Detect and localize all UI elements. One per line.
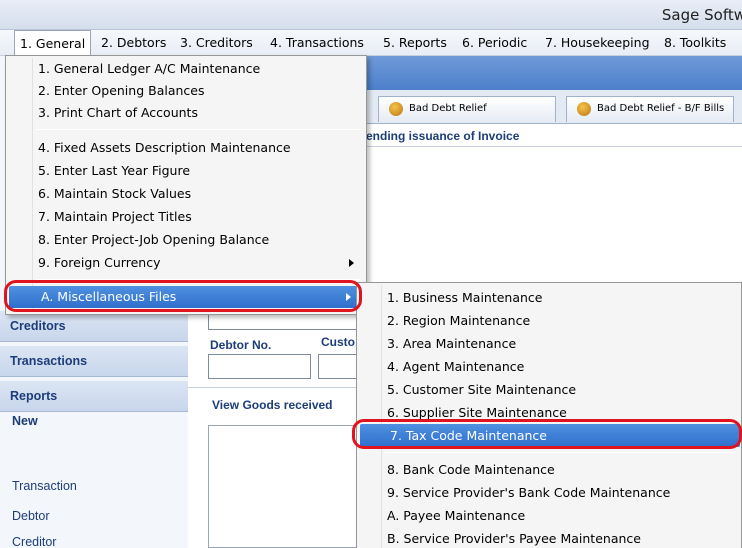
submenu-item-sp-bank-code[interactable]: 9. Service Provider's Bank Code Maintena…	[357, 481, 741, 504]
tab-label: Bad Debt Relief - B/F Bills	[597, 103, 725, 114]
submenu-item-payee[interactable]: A. Payee Maintenance	[357, 504, 741, 527]
general-menu-dropdown: 1. General Ledger A/C Maintenance 2. Ent…	[5, 55, 367, 315]
menu-bar: 1. General 2. Debtors 3. Creditors 4. Tr…	[0, 30, 742, 57]
menu-reports[interactable]: 5. Reports	[378, 30, 452, 56]
tab-bad-debt-relief-bf[interactable]: Bad Debt Relief - B/F Bills	[566, 96, 734, 122]
menu-periodic[interactable]: 6. Periodic	[457, 30, 532, 56]
tab-label: Bad Debt Relief	[409, 103, 487, 114]
misc-files-submenu: 1. Business Maintenance 2. Region Mainte…	[356, 282, 742, 548]
nav-button-reports[interactable]: Reports	[0, 380, 188, 412]
menu-separator	[36, 129, 361, 130]
menu-item-label: 9. Foreign Currency	[38, 255, 161, 270]
coins-icon	[389, 102, 403, 116]
submenu-item-customer-site[interactable]: 5. Customer Site Maintenance	[357, 378, 741, 401]
menu-housekeeping[interactable]: 7. Housekeeping	[540, 30, 655, 56]
new-transaction-link[interactable]: Transaction	[12, 479, 77, 493]
menu-debtors[interactable]: 2. Debtors	[96, 30, 171, 56]
menu-general[interactable]: 1. General	[14, 30, 92, 57]
menu-item-print-chart[interactable]: 3. Print Chart of Accounts	[6, 102, 366, 124]
coins-icon	[577, 102, 591, 116]
submenu-item-region[interactable]: 2. Region Maintenance	[357, 309, 741, 332]
menu-item-last-year[interactable]: 5. Enter Last Year Figure	[6, 160, 366, 182]
new-creditor-link[interactable]: Creditor	[12, 535, 56, 548]
menu-separator	[385, 452, 735, 453]
menu-item-fixed-assets[interactable]: 4. Fixed Assets Description Maintenance	[6, 137, 366, 159]
submenu-item-bank-code[interactable]: 8. Bank Code Maintenance	[357, 458, 741, 481]
submenu-item-sp-payee[interactable]: B. Service Provider's Payee Maintenance	[357, 527, 741, 548]
section-title-goods: View Goods received	[212, 398, 333, 412]
menu-toolkits[interactable]: 8. Toolkits	[659, 30, 731, 56]
window-title: Sage Softw	[661, 6, 742, 24]
menu-item-project-job-balance[interactable]: 8. Enter Project-Job Opening Balance	[6, 229, 366, 251]
submenu-item-business[interactable]: 1. Business Maintenance	[357, 286, 741, 309]
menu-item-gl-maintenance[interactable]: 1. General Ledger A/C Maintenance	[6, 58, 366, 80]
section-title-pending: ending issuance of Invoice	[366, 129, 520, 143]
menu-item-foreign-currency[interactable]: 9. Foreign Currency	[6, 252, 366, 274]
nav-button-transactions[interactable]: Transactions	[0, 345, 188, 377]
title-bar: Sage Softw	[0, 0, 742, 30]
menu-transactions[interactable]: 4. Transactions	[265, 30, 369, 56]
menu-creditors[interactable]: 3. Creditors	[175, 30, 258, 56]
debtor-no-label: Debtor No.	[210, 338, 272, 352]
debtor-no-input[interactable]	[208, 354, 311, 379]
new-debtor-link[interactable]: Debtor	[12, 509, 50, 523]
submenu-item-agent[interactable]: 4. Agent Maintenance	[357, 355, 741, 378]
menu-item-opening-balances[interactable]: 2. Enter Opening Balances	[6, 80, 366, 102]
tab-bad-debt-relief[interactable]: Bad Debt Relief	[378, 96, 556, 122]
customer-input[interactable]	[318, 354, 358, 379]
annotation-highlight-misc-files	[4, 280, 362, 312]
submenu-item-area[interactable]: 3. Area Maintenance	[357, 332, 741, 355]
new-heading: New	[12, 414, 38, 428]
menu-item-stock-values[interactable]: 6. Maintain Stock Values	[6, 183, 366, 205]
customer-label: Custo	[321, 335, 355, 349]
menu-item-project-titles[interactable]: 7. Maintain Project Titles	[6, 206, 366, 228]
submenu-arrow-icon	[349, 259, 354, 267]
annotation-highlight-tax-code	[352, 419, 742, 449]
